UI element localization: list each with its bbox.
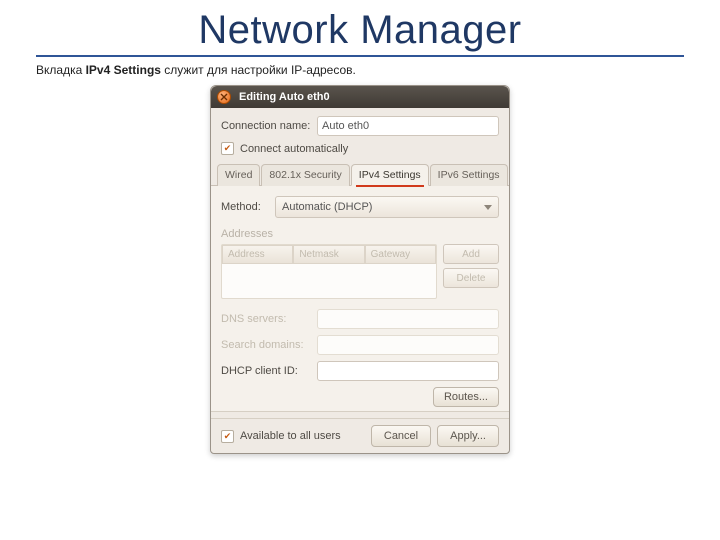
delete-button[interactable]: Delete xyxy=(443,268,499,288)
slide-title: Network Manager xyxy=(0,0,720,55)
col-address[interactable]: Address xyxy=(222,245,293,264)
slide-caption: Вкладка IPv4 Settings служит для настрой… xyxy=(0,63,720,85)
tab-ipv4-settings[interactable]: IPv4 Settings xyxy=(351,164,429,186)
chevron-down-icon xyxy=(484,205,492,210)
col-netmask[interactable]: Netmask xyxy=(293,245,364,264)
method-label: Method: xyxy=(221,201,275,213)
caption-suffix: служит для настройки IP-адресов. xyxy=(161,63,356,77)
caption-prefix: Вкладка xyxy=(36,63,86,77)
available-to-all-users-checkbox[interactable]: Available to all users xyxy=(221,430,371,443)
close-icon[interactable] xyxy=(217,90,231,104)
method-value: Automatic (DHCP) xyxy=(282,201,372,213)
routes-button[interactable]: Routes... xyxy=(433,387,499,407)
checkbox-icon xyxy=(221,142,234,155)
tab-8021x-security[interactable]: 802.1x Security xyxy=(261,164,349,186)
caption-bold: IPv4 Settings xyxy=(86,63,161,77)
cancel-button[interactable]: Cancel xyxy=(371,425,431,447)
available-to-all-users-label: Available to all users xyxy=(240,430,341,442)
tab-wired[interactable]: Wired xyxy=(217,164,260,186)
dhcp-client-id-input[interactable] xyxy=(317,361,499,381)
connection-name-input[interactable] xyxy=(317,116,499,136)
checkbox-icon xyxy=(221,430,234,443)
apply-button[interactable]: Apply... xyxy=(437,425,499,447)
search-domains-input[interactable] xyxy=(317,335,499,355)
dialog-footer: Available to all users Cancel Apply... xyxy=(211,418,509,453)
dns-servers-input[interactable] xyxy=(317,309,499,329)
connect-automatically-label: Connect automatically xyxy=(240,143,348,155)
connect-automatically-checkbox[interactable]: Connect automatically xyxy=(221,142,499,155)
network-editor-dialog: Editing Auto eth0 Connection name: Conne… xyxy=(210,85,510,454)
tab-ipv6-settings[interactable]: IPv6 Settings xyxy=(430,164,508,186)
dns-servers-label: DNS servers: xyxy=(221,313,317,325)
add-button[interactable]: Add xyxy=(443,244,499,264)
dhcp-client-id-label: DHCP client ID: xyxy=(221,365,317,377)
tab-bar: Wired 802.1x Security IPv4 Settings IPv6… xyxy=(211,163,509,186)
title-underline xyxy=(36,55,684,57)
titlebar[interactable]: Editing Auto eth0 xyxy=(211,86,509,108)
addresses-table: Address Netmask Gateway xyxy=(221,244,437,299)
connection-name-label: Connection name: xyxy=(221,120,317,132)
search-domains-label: Search domains: xyxy=(221,339,317,351)
method-dropdown[interactable]: Automatic (DHCP) xyxy=(275,196,499,218)
window-title: Editing Auto eth0 xyxy=(239,91,330,103)
addresses-body[interactable] xyxy=(222,264,436,298)
addresses-section-title: Addresses xyxy=(221,228,499,240)
col-gateway[interactable]: Gateway xyxy=(365,245,436,264)
ipv4-tab-pane: Method: Automatic (DHCP) Addresses Addre… xyxy=(211,186,509,412)
